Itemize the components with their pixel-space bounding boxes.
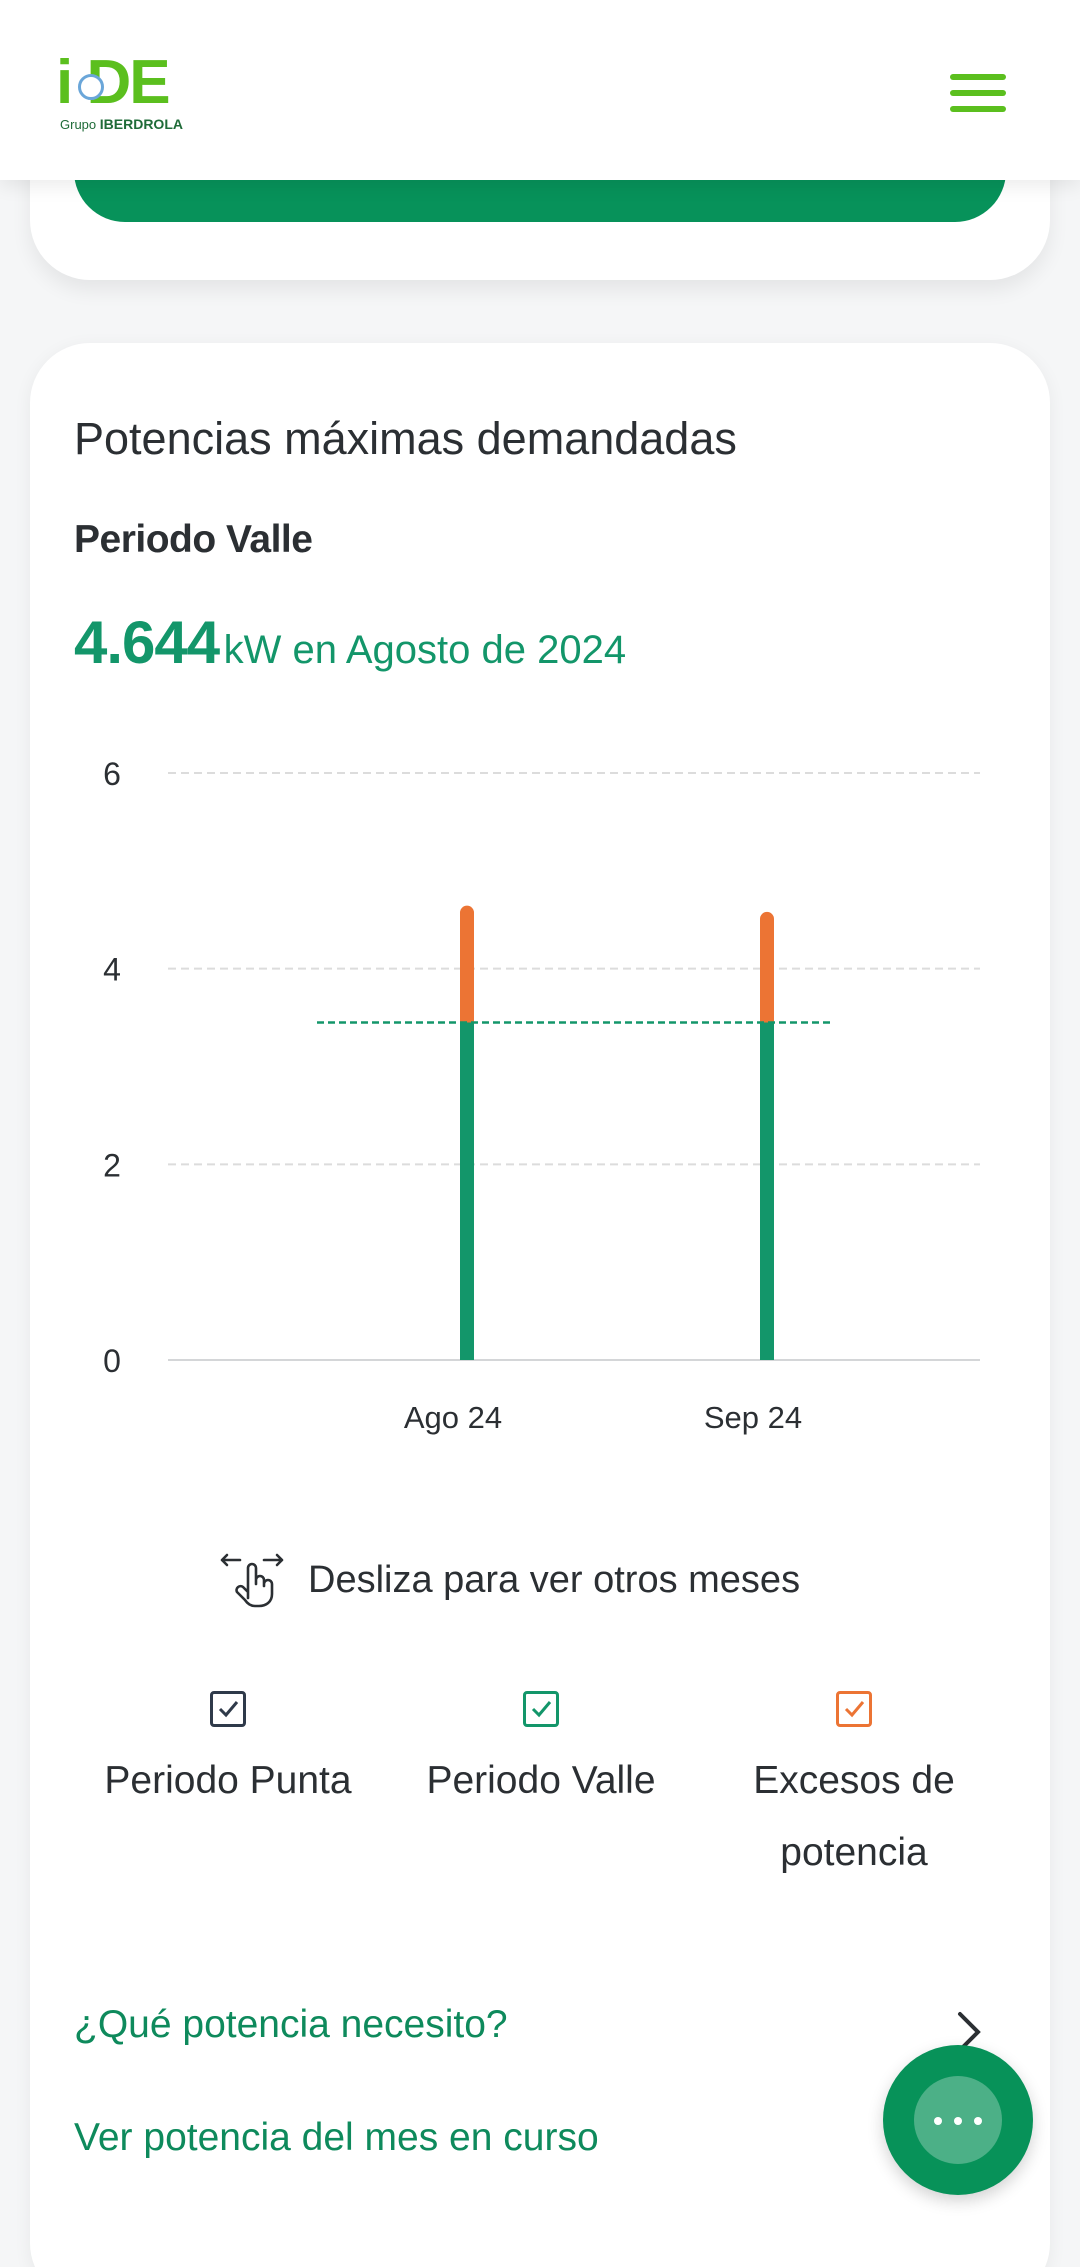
legend-label: Periodo Punta [104,1759,352,1802]
swipe-hint-text: Desliza para ver otros meses [308,1558,801,1601]
link-potencia-mes-en-curso[interactable]: Ver potencia del mes en curso [74,2116,599,2160]
logo-globe-icon [78,74,104,100]
bar-segment-valle[interactable] [760,1022,774,1360]
checkbox-periodo-punta[interactable] [210,1691,246,1727]
ide-logo[interactable]: i DE Grupo IBERDROLA [56,52,206,136]
x-tick-label: Sep 24 [704,1400,802,1435]
swipe-hand-icon [220,1553,284,1608]
hamburger-menu-icon[interactable] [950,74,1006,112]
logo-group-prefix: Grupo [60,117,97,132]
checkbox-periodo-valle[interactable] [523,1691,559,1727]
bar-segment-exceso[interactable] [460,905,474,1023]
app-header: i DE Grupo IBERDROLA [0,0,1080,180]
power-chart[interactable]: 0 2 4 6 Ago 24 Sep 24 [30,343,1050,1443]
legend-item-valle[interactable]: Periodo Valle [381,1691,701,1817]
logo-text: i DE [56,48,171,117]
x-tick-label: Ago 24 [404,1400,502,1435]
logo-group: Grupo IBERDROLA [60,116,183,132]
y-tick-label: 2 [103,1147,121,1183]
legend-label: Excesos de potencia [753,1759,955,1874]
y-tick-label: 0 [103,1343,121,1379]
logo-group-brand: IBERDROLA [99,116,183,132]
checkbox-excesos-potencia[interactable] [836,1691,872,1727]
bar-segment-valle[interactable] [460,1022,474,1360]
link-que-potencia-necesito[interactable]: ¿Qué potencia necesito? [74,2003,508,2047]
chat-ellipsis-icon [914,2076,1002,2164]
swipe-hint: Desliza para ver otros meses [218,1550,800,1610]
legend-label: Periodo Valle [426,1759,656,1802]
chat-fab-button[interactable] [883,2045,1033,2195]
y-tick-label: 4 [103,952,121,988]
y-tick-label: 6 [103,756,121,792]
max-power-card: Potencias máximas demandadas Periodo Val… [30,343,1050,2267]
legend-item-excesos[interactable]: Excesos de potencia [694,1691,1014,1889]
bar-segment-exceso[interactable] [760,911,774,1023]
legend-item-punta[interactable]: Periodo Punta [68,1691,388,1817]
